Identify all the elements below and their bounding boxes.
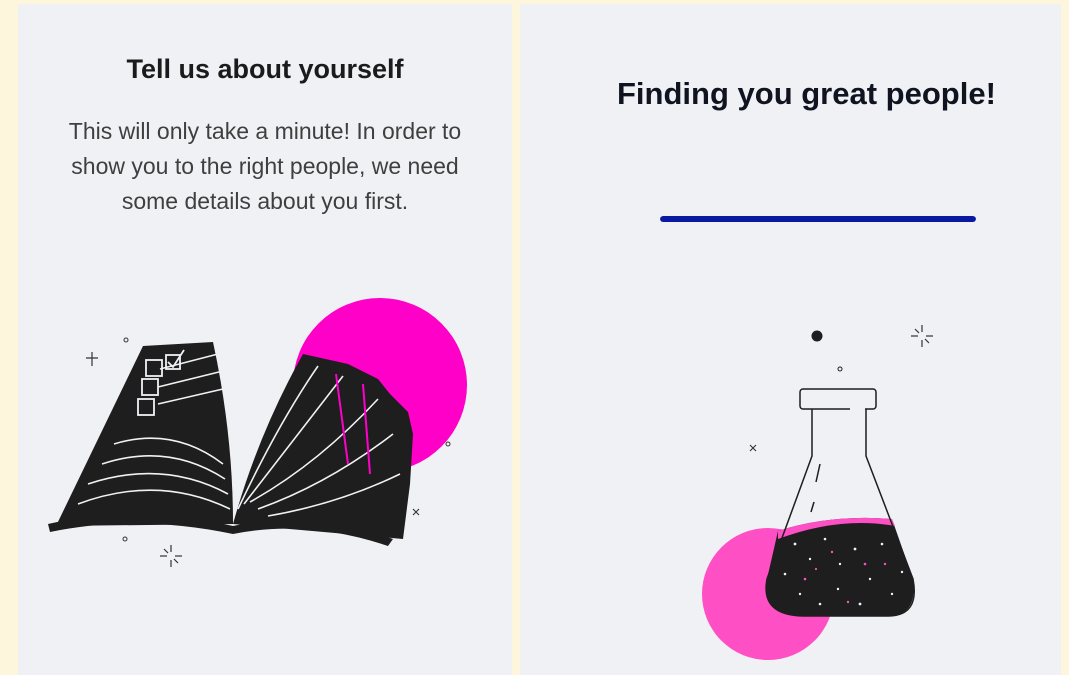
onboarding-panel-about-yourself: Tell us about yourself This will only ta… <box>18 4 512 675</box>
sparkle-icon <box>160 545 182 567</box>
onboarding-panel-finding-people: Finding you great people! <box>520 4 1061 675</box>
lab-flask-illustration <box>702 325 933 660</box>
open-book-checklist-illustration <box>48 298 467 567</box>
sparkle-icon <box>911 325 933 347</box>
